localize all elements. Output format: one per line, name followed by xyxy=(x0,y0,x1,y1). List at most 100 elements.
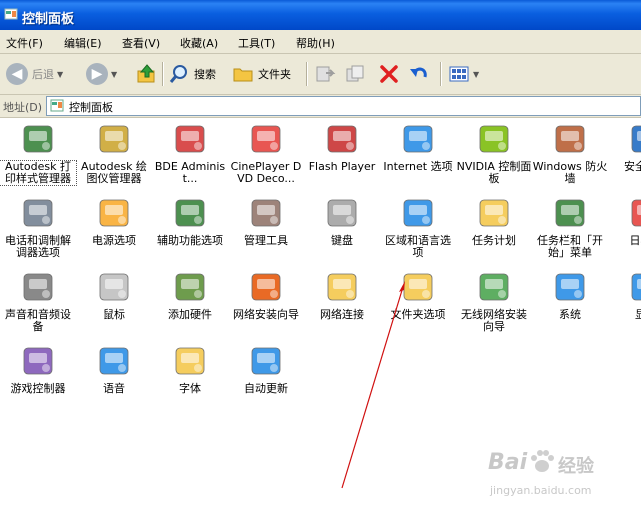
control-panel-item[interactable]: 辅助功能选项 xyxy=(152,192,228,247)
folder-options-icon xyxy=(403,273,433,301)
control-panel-item[interactable]: 系统 xyxy=(532,266,608,321)
internet-options-icon xyxy=(403,125,433,153)
item-label: 系统 xyxy=(559,308,581,321)
menu-bar: 文件(F) 编辑(E) 查看(V) 收藏(A) 工具(T) 帮助(H) xyxy=(0,30,641,54)
control-panel-item[interactable]: 电源选项 xyxy=(76,192,152,247)
menu-tools[interactable]: 工具(T) xyxy=(238,35,275,51)
menu-help[interactable]: 帮助(H) xyxy=(296,35,335,51)
control-panel-item[interactable]: 字体 xyxy=(152,340,228,395)
speech-icon xyxy=(99,347,129,375)
item-label: 日期和 xyxy=(629,234,641,247)
control-panel-item[interactable]: 无线网络安装向导 xyxy=(456,266,532,333)
paw-icon xyxy=(531,450,554,472)
control-panel-item[interactable]: 区域和语言选项 xyxy=(380,192,456,259)
control-panel-item[interactable]: 鼠标 xyxy=(76,266,152,321)
menu-edit[interactable]: 编辑(E) xyxy=(64,35,102,51)
folders-button[interactable]: 文件夹 xyxy=(232,60,291,88)
window-title: 控制面板 xyxy=(22,12,75,27)
control-panel-item[interactable]: 自动更新 xyxy=(228,340,304,395)
keyboard-icon xyxy=(327,199,357,227)
control-panel-item[interactable]: 安全中心 xyxy=(608,118,641,173)
address-bar: 地址(D) 控制面板 xyxy=(0,95,641,118)
plotter-manager-icon xyxy=(99,125,129,153)
item-label: 自动更新 xyxy=(244,382,288,395)
taskbar-start-icon xyxy=(555,199,585,227)
scheduled-tasks-icon xyxy=(479,199,509,227)
address-input[interactable]: 控制面板 xyxy=(46,96,641,116)
move-to-button[interactable] xyxy=(314,60,336,88)
item-label: Autodesk 绘图仪管理器 xyxy=(81,160,147,185)
flash-player-icon xyxy=(327,125,357,153)
menu-favorites[interactable]: 收藏(A) xyxy=(180,35,218,51)
undo-icon xyxy=(410,67,427,78)
control-panel-item[interactable]: 游戏控制器 xyxy=(0,340,76,395)
control-panel-item[interactable]: Autodesk 绘图仪管理器 xyxy=(76,118,152,185)
network-setup-icon xyxy=(251,273,281,301)
control-panel-item[interactable]: 声音和音频设备 xyxy=(0,266,76,333)
baidu-watermark: Bai 经验 jingyan.baidu.com xyxy=(480,440,630,510)
up-folder-button[interactable] xyxy=(136,60,158,88)
item-label: 任务栏和「开始」菜单 xyxy=(537,234,603,259)
copy-to-icon xyxy=(346,65,364,82)
copy-to-button[interactable] xyxy=(344,60,366,88)
back-button[interactable]: ◀ 后退 ▼ xyxy=(6,60,63,88)
control-panel-item[interactable]: 添加硬件 xyxy=(152,266,228,321)
control-panel-item[interactable]: 管理工具 xyxy=(228,192,304,247)
forward-button[interactable]: ▶ ▼ xyxy=(86,60,117,88)
control-panel-item[interactable]: 任务栏和「开始」菜单 xyxy=(532,192,608,259)
item-label: 电话和调制解调器选项 xyxy=(5,234,71,259)
control-panel-item[interactable]: CinePlayer DVD Deco... xyxy=(228,118,304,185)
item-label: 键盘 xyxy=(331,234,353,247)
add-hardware-icon xyxy=(175,273,205,301)
control-panel-item[interactable]: Flash Player xyxy=(304,118,380,173)
control-panel-item[interactable]: 日期和 xyxy=(608,192,641,247)
item-label: 声音和音频设备 xyxy=(5,308,71,333)
item-label: 管理工具 xyxy=(244,234,288,247)
item-label: 显示 xyxy=(635,308,641,321)
watermark-url: jingyan.baidu.com xyxy=(490,484,592,497)
control-panel-item[interactable]: 显示 xyxy=(608,266,641,321)
menu-file[interactable]: 文件(F) xyxy=(6,35,43,51)
views-button[interactable]: ▼ xyxy=(448,60,479,88)
toolbar-separator xyxy=(306,62,308,86)
item-label: 任务计划 xyxy=(472,234,516,247)
item-label: 网络连接 xyxy=(320,308,364,321)
control-panel-item[interactable]: Windows 防火墙 xyxy=(532,118,608,185)
control-panel-item[interactable]: 网络连接 xyxy=(304,266,380,321)
control-panel-item[interactable]: 文件夹选项 xyxy=(380,266,456,321)
delete-button[interactable] xyxy=(378,60,400,88)
item-label: 辅助功能选项 xyxy=(157,234,223,247)
firewall-icon xyxy=(555,125,585,153)
control-panel-item[interactable]: Autodesk 打印样式管理器 xyxy=(0,118,77,186)
watermark-brand2: 经验 xyxy=(558,456,594,477)
control-panel-item[interactable]: BDE Administ... xyxy=(152,118,228,185)
control-panel-item[interactable]: NVIDIA 控制面板 xyxy=(456,118,532,185)
security-center-icon xyxy=(631,125,641,153)
control-panel-item[interactable]: 键盘 xyxy=(304,192,380,247)
item-label: 字体 xyxy=(179,382,201,395)
back-label: 后退 xyxy=(32,68,54,81)
display-icon xyxy=(631,273,641,301)
accessibility-icon xyxy=(175,199,205,227)
control-panel-item[interactable]: 任务计划 xyxy=(456,192,532,247)
menu-view[interactable]: 查看(V) xyxy=(122,35,160,51)
item-label: Windows 防火墙 xyxy=(532,160,608,185)
control-panel-item[interactable]: 电话和调制解调器选项 xyxy=(0,192,76,259)
item-label: 添加硬件 xyxy=(168,308,212,321)
views-icon xyxy=(449,66,469,82)
control-panel-item[interactable]: Internet 选项 xyxy=(380,118,456,173)
phone-modem-icon xyxy=(23,199,53,227)
search-button[interactable]: 搜索 xyxy=(168,60,216,88)
undo-button[interactable] xyxy=(408,60,430,88)
item-label: 电源选项 xyxy=(92,234,136,247)
toolbar: ◀ 后退 ▼ ▶ ▼ 搜索 文件夹 ▼ xyxy=(0,54,641,95)
item-label: 网络安装向导 xyxy=(233,308,299,321)
back-arrow-icon: ◀ xyxy=(6,63,28,85)
system-icon xyxy=(555,273,585,301)
date-time-icon xyxy=(631,199,641,227)
item-label: Autodesk 打印样式管理器 xyxy=(0,160,77,186)
delete-icon xyxy=(380,65,398,83)
folders-icon xyxy=(233,68,253,82)
control-panel-item[interactable]: 语音 xyxy=(76,340,152,395)
control-panel-item[interactable]: 网络安装向导 xyxy=(228,266,304,321)
